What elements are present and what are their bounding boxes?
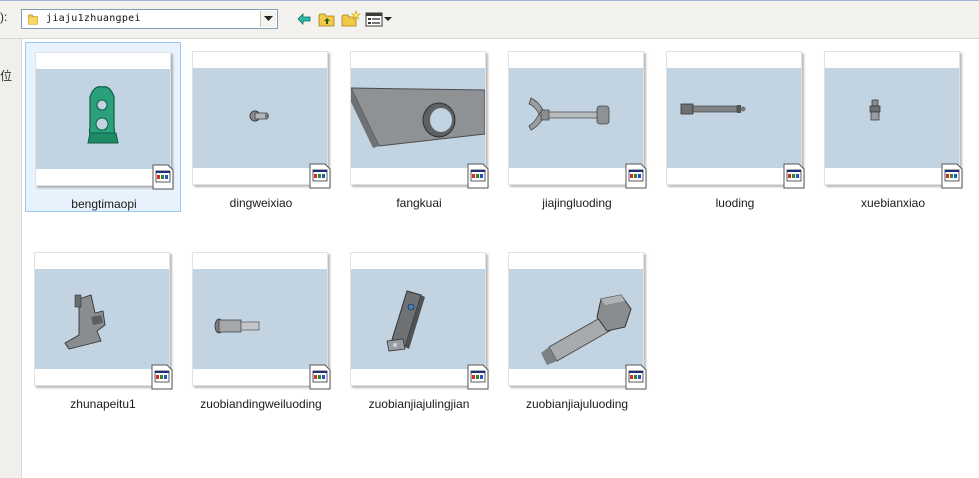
file-thumbnail	[34, 252, 170, 386]
model-viewport	[193, 269, 327, 369]
file-thumbnail	[192, 252, 328, 386]
back-arrow-icon	[297, 13, 311, 25]
model-viewport	[825, 68, 959, 168]
file-list: bengtimaopi dingweixiao fangkuai jiajing…	[22, 39, 979, 478]
green-part-icon	[87, 86, 119, 144]
document-badge-icon	[151, 364, 173, 390]
bolt-icon	[680, 103, 746, 115]
file-item[interactable]: xuebianxiao	[815, 42, 971, 212]
file-item[interactable]: fangkuai	[341, 42, 497, 212]
file-name: luoding	[715, 196, 755, 210]
document-badge-icon	[625, 364, 647, 390]
model-viewport	[509, 269, 643, 369]
model-viewport	[193, 68, 327, 168]
file-name: zuobianjiajuluoding	[525, 397, 629, 411]
file-item[interactable]: zuobianjiajulingjian	[341, 243, 497, 413]
file-thumbnail	[508, 252, 644, 386]
up-folder-icon	[318, 13, 335, 27]
model-viewport	[351, 68, 485, 168]
document-badge-icon	[309, 163, 331, 189]
document-badge-icon	[152, 164, 174, 190]
document-badge-icon	[467, 163, 489, 189]
model-viewport	[667, 68, 801, 168]
small-stud-icon	[869, 99, 881, 121]
look-in-combo[interactable]: jiaju1zhuangpei	[21, 9, 278, 29]
assembly-icon	[64, 294, 106, 350]
file-name: zuobiandingweiluoding	[200, 397, 322, 411]
pin-icon	[214, 318, 260, 334]
file-item[interactable]: dingweixiao	[183, 42, 339, 212]
look-in-path: jiaju1zhuangpei	[46, 13, 141, 24]
wing-screw-icon	[528, 97, 610, 131]
model-viewport	[351, 269, 485, 369]
model-viewport	[35, 269, 169, 369]
file-name: bengtimaopi	[71, 197, 137, 211]
file-item[interactable]: zuobianjiajuluoding	[499, 243, 655, 413]
places-bar-text: 位	[0, 69, 13, 83]
file-name: xuebianxiao	[860, 196, 926, 210]
model-viewport	[509, 68, 643, 168]
file-thumbnail	[666, 51, 802, 185]
view-menu-button[interactable]	[365, 10, 395, 28]
file-name: fangkuai	[396, 196, 442, 210]
places-bar: 位	[0, 39, 22, 478]
document-badge-icon	[309, 364, 331, 390]
file-name: dingweixiao	[229, 196, 293, 210]
small-pin-icon	[249, 110, 269, 122]
document-badge-icon	[467, 364, 489, 390]
file-item[interactable]: luoding	[657, 42, 813, 212]
toolbar: ): jiaju1zhuangpei	[0, 0, 979, 39]
new-folder-button[interactable]	[341, 10, 361, 28]
file-thumbnail	[350, 252, 486, 386]
file-name: zhunapeitu1	[70, 397, 136, 411]
chevron-down-icon	[264, 16, 273, 21]
document-badge-icon	[625, 163, 647, 189]
model-viewport	[36, 69, 170, 169]
document-badge-icon	[783, 163, 805, 189]
block-with-hole-icon	[351, 87, 485, 148]
file-thumbnail	[192, 51, 328, 185]
file-thumbnail	[508, 51, 644, 185]
plate-icon	[386, 290, 425, 352]
file-item[interactable]: bengtimaopi	[25, 42, 181, 212]
file-thumbnail	[35, 52, 171, 186]
file-thumbnail	[824, 51, 960, 185]
up-folder-button[interactable]	[318, 10, 336, 28]
view-menu-icon	[365, 12, 392, 27]
document-badge-icon	[941, 163, 963, 189]
look-in-label: ):	[0, 10, 8, 24]
file-name: jiajingluoding	[542, 196, 612, 210]
file-item[interactable]: zuobiandingweiluoding	[183, 243, 339, 413]
file-item[interactable]: zhunapeitu1	[25, 243, 181, 413]
top-border	[0, 0, 979, 1]
back-button[interactable]	[296, 10, 312, 28]
file-name: zuobianjiajulingjian	[368, 397, 470, 411]
hex-bolt-icon	[541, 294, 632, 365]
folder-icon	[28, 14, 38, 25]
file-thumbnail	[350, 51, 486, 185]
combo-dropdown-button[interactable]	[260, 11, 276, 27]
new-folder-icon	[341, 10, 361, 27]
file-item[interactable]: jiajingluoding	[499, 42, 655, 212]
